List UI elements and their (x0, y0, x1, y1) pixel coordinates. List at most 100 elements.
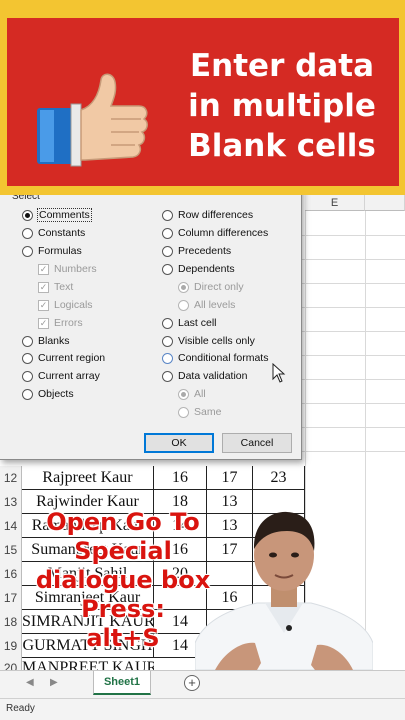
table-cell[interactable]: MANPREET KAUR (22, 656, 154, 670)
title-banner-panel: Enter data in multiple Blank cells (7, 18, 399, 186)
banner-line-2: in multiple (188, 88, 376, 124)
tab-sheet1[interactable]: Sheet1 (93, 671, 151, 695)
option-validation-same[interactable]: Same (178, 404, 221, 420)
option-direct-only[interactable]: Direct only (178, 279, 244, 295)
column-header-e[interactable]: E (305, 195, 365, 211)
checkbox-icon[interactable]: ✓ (38, 299, 49, 311)
radio-icon[interactable] (22, 388, 33, 400)
radio-icon[interactable] (22, 335, 33, 347)
status-bar: Ready (0, 698, 405, 720)
option-label: Errors (54, 317, 83, 329)
option-logicals[interactable]: ✓ Logicals (38, 297, 93, 313)
table-cell[interactable]: 17 (207, 466, 253, 490)
radio-icon[interactable] (162, 317, 173, 329)
option-formulas[interactable]: Formulas (22, 243, 82, 259)
option-label: Comments (37, 208, 92, 222)
option-label: All levels (194, 299, 236, 311)
radio-icon[interactable] (22, 209, 33, 221)
scroll-left-icon[interactable]: ◀ (26, 677, 34, 688)
radio-icon[interactable] (178, 406, 189, 418)
radio-icon[interactable] (162, 335, 173, 347)
option-all-levels[interactable]: All levels (178, 297, 235, 313)
option-column-differences[interactable]: Column differences (162, 225, 268, 241)
option-label: Direct only (194, 281, 244, 293)
table-row: 12 Rajpreet Kaur 16 17 23 (0, 466, 405, 490)
option-label: Conditional formats (178, 352, 269, 364)
option-objects[interactable]: Objects (22, 386, 74, 402)
add-sheet-button[interactable]: + (184, 675, 200, 691)
option-blanks[interactable]: Blanks (22, 333, 70, 349)
mouse-cursor-icon (272, 363, 286, 383)
option-label: Current array (38, 370, 100, 382)
radio-icon[interactable] (162, 370, 173, 382)
radio-icon[interactable] (22, 370, 33, 382)
banner-line-1: Enter data (189, 48, 375, 84)
radio-icon[interactable] (22, 245, 33, 257)
ok-button[interactable]: OK (144, 433, 214, 453)
cancel-button[interactable]: Cancel (222, 433, 292, 453)
row-number[interactable]: 12 (0, 466, 22, 490)
checkbox-icon[interactable]: ✓ (38, 281, 49, 293)
option-precedents[interactable]: Precedents (162, 243, 231, 259)
radio-icon[interactable] (178, 388, 189, 400)
option-current-array[interactable]: Current array (22, 368, 100, 384)
option-current-region[interactable]: Current region (22, 350, 105, 366)
option-visible-cells-only[interactable]: Visible cells only (162, 333, 255, 349)
caption-line-2: Special (74, 537, 172, 565)
app-window: Enter data in multiple Blank cells E 12 … (0, 0, 405, 720)
option-validation-all[interactable]: All (178, 386, 206, 402)
table-cell[interactable]: 23 (253, 466, 305, 490)
radio-icon[interactable] (162, 245, 173, 257)
go-to-special-dialog: Select Comments Constants Formulas ✓ Numb… (0, 186, 302, 460)
option-label: Last cell (178, 317, 217, 329)
option-label: Objects (38, 388, 74, 400)
option-label: Data validation (178, 370, 248, 382)
radio-icon[interactable] (178, 281, 189, 293)
option-label: Constants (38, 227, 86, 239)
option-last-cell[interactable]: Last cell (162, 315, 217, 331)
option-conditional-formats[interactable]: Conditional formats (162, 350, 268, 366)
radio-icon[interactable] (178, 299, 189, 311)
option-label: Text (54, 281, 74, 293)
banner-title: Enter data in multiple Blank cells (157, 46, 405, 166)
option-label: Numbers (54, 263, 97, 275)
option-label: Logicals (54, 299, 93, 311)
thumbs-up-icon (37, 73, 148, 167)
option-label: Same (194, 406, 222, 418)
option-errors[interactable]: ✓ Errors (38, 315, 83, 331)
option-comments[interactable]: Comments (22, 207, 92, 223)
option-label: Formulas (38, 245, 82, 257)
sheet-tab-bar: ◀ ▶ Sheet1 + (0, 670, 405, 698)
radio-icon[interactable] (162, 227, 173, 239)
radio-icon[interactable] (162, 352, 173, 364)
option-row-differences[interactable]: Row differences (162, 207, 253, 223)
option-data-validation[interactable]: Data validation (162, 368, 247, 384)
scroll-right-icon[interactable]: ▶ (50, 677, 58, 688)
option-label: All (194, 388, 206, 400)
radio-icon[interactable] (162, 209, 173, 221)
option-dependents[interactable]: Dependents (162, 261, 235, 277)
table-cell[interactable]: Rajpreet Kaur (22, 466, 154, 490)
checkbox-icon[interactable]: ✓ (38, 317, 49, 329)
option-numbers[interactable]: ✓ Numbers (38, 261, 97, 277)
caption-line-3: dialogue box (35, 566, 211, 594)
status-ready: Ready (6, 703, 35, 714)
option-constants[interactable]: Constants (22, 225, 85, 241)
checkbox-icon[interactable]: ✓ (38, 263, 49, 275)
option-label: Current region (38, 352, 106, 364)
option-label: Column differences (178, 227, 269, 239)
option-label: Blanks (38, 335, 70, 347)
caption-line-5: alt+S (86, 624, 160, 652)
radio-icon[interactable] (162, 263, 173, 275)
radio-icon[interactable] (22, 352, 33, 364)
option-label: Visible cells only (178, 335, 255, 347)
option-label: Dependents (178, 263, 235, 275)
row-number[interactable]: 20 (0, 656, 22, 670)
option-text[interactable]: ✓ Text (38, 279, 73, 295)
table-cell[interactable]: 16 (154, 466, 207, 490)
overlay-caption: Open Go To Special dialogue box Press: a… (18, 508, 228, 653)
column-header-f[interactable] (365, 195, 405, 211)
title-banner: Enter data in multiple Blank cells (0, 0, 405, 195)
caption-line-4: Press: (81, 595, 165, 623)
radio-icon[interactable] (22, 227, 33, 239)
